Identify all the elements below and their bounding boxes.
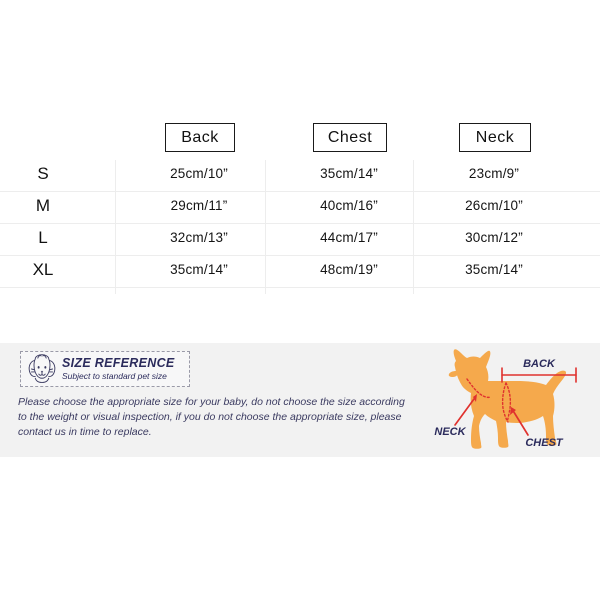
table-row: S 25cm/10” 35cm/14” 23cm/9”	[0, 160, 600, 192]
chest-measurement: 44cm/17”	[320, 230, 378, 245]
column-header-chest: Chest	[313, 123, 387, 152]
table-row: XL 35cm/14” 48cm/19” 35cm/14”	[0, 256, 600, 288]
neck-measurement: 30cm/12”	[465, 230, 523, 245]
dog-measurement-diagram: BACK NECK CHEST	[434, 349, 577, 449]
chest-measurement: 40cm/16”	[320, 198, 378, 213]
neck-label: NECK	[434, 426, 466, 438]
size-reference-panel: SIZE REFERENCE Subject to standard pet s…	[0, 343, 600, 457]
table-row: M 29cm/11” 40cm/16” 26cm/10”	[0, 192, 600, 224]
neck-measurement: 26cm/10”	[465, 198, 523, 213]
sizing-advice-text: Please choose the appropriate size for y…	[18, 396, 405, 438]
back-measurement: 25cm/10”	[170, 166, 228, 181]
neck-measurement: 35cm/14”	[465, 262, 523, 277]
puppy-face-icon	[28, 354, 56, 383]
neck-measurement: 23cm/9”	[468, 166, 520, 181]
back-measurement: 35cm/14”	[170, 262, 228, 277]
size-table: Back Chest Neck S 25cm/10” 35cm/14” 23cm…	[0, 110, 600, 294]
size-reference-badge: SIZE REFERENCE Subject to standard pet s…	[20, 351, 190, 387]
chest-measurement: 35cm/14”	[320, 166, 378, 181]
size-label: M	[35, 196, 51, 215]
back-measure-bracket	[501, 367, 577, 383]
back-label: BACK	[523, 358, 556, 370]
size-chart-page: Back Chest Neck S 25cm/10” 35cm/14” 23cm…	[0, 0, 600, 600]
size-label: S	[37, 164, 49, 183]
size-label: L	[38, 228, 48, 247]
column-header-neck: Neck	[459, 123, 531, 152]
chest-label: CHEST	[525, 437, 564, 449]
badge-title: SIZE REFERENCE	[62, 356, 175, 370]
back-measurement: 32cm/13”	[170, 230, 228, 245]
badge-subtitle: Subject to standard pet size	[62, 371, 167, 381]
table-body: S 25cm/10” 35cm/14” 23cm/9” M 29cm/11” 4…	[0, 160, 600, 288]
chest-measurement: 48cm/19”	[320, 262, 378, 277]
back-measurement: 29cm/11”	[170, 198, 228, 213]
table-row: L 32cm/13” 44cm/17” 30cm/12”	[0, 224, 600, 256]
column-header-back: Back	[165, 123, 235, 152]
size-label: XL	[32, 260, 54, 279]
